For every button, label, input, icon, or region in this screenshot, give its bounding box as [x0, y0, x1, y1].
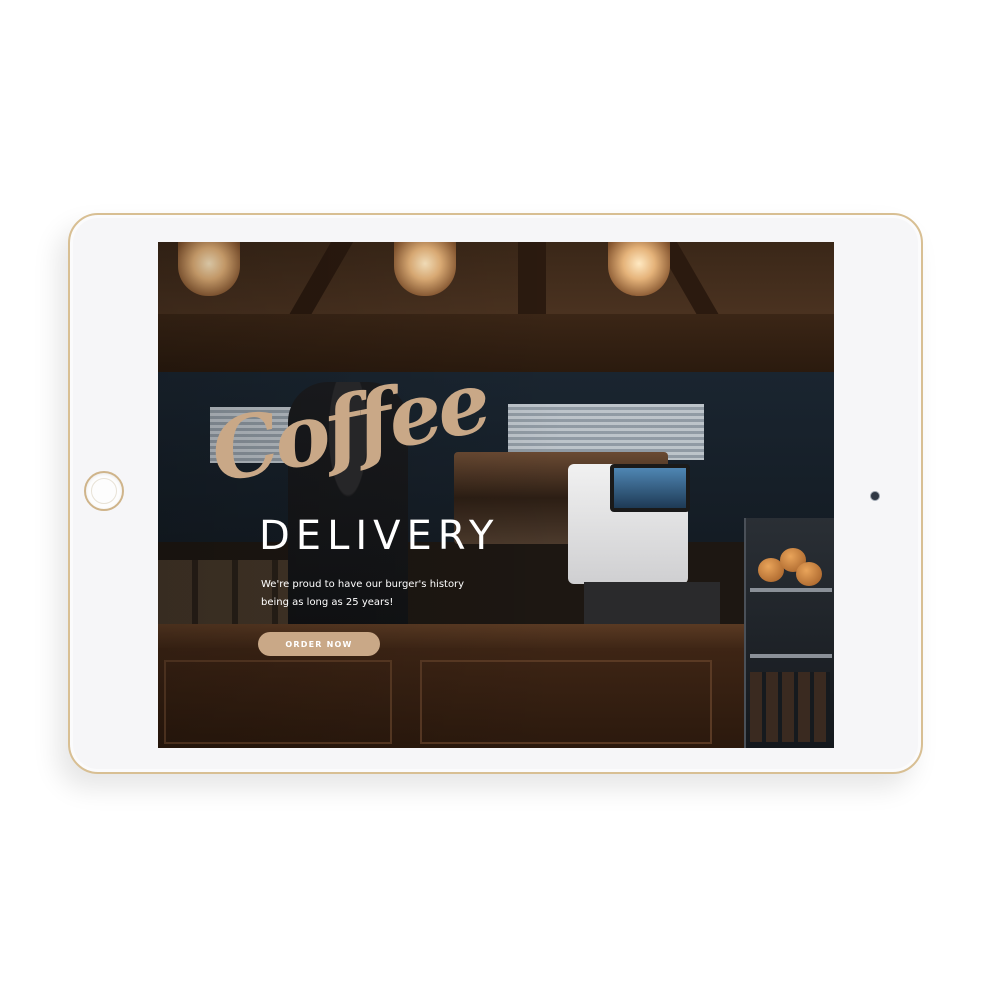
order-now-button[interactable]: ORDER NOW — [258, 632, 380, 656]
tablet-screen: Coffee DELIVERY We're proud to have our … — [158, 242, 834, 748]
hero-title: DELIVERY — [259, 513, 500, 559]
hero-description: We're proud to have our burger's history… — [261, 579, 465, 608]
home-button[interactable] — [84, 471, 124, 511]
camera-icon — [870, 491, 880, 501]
